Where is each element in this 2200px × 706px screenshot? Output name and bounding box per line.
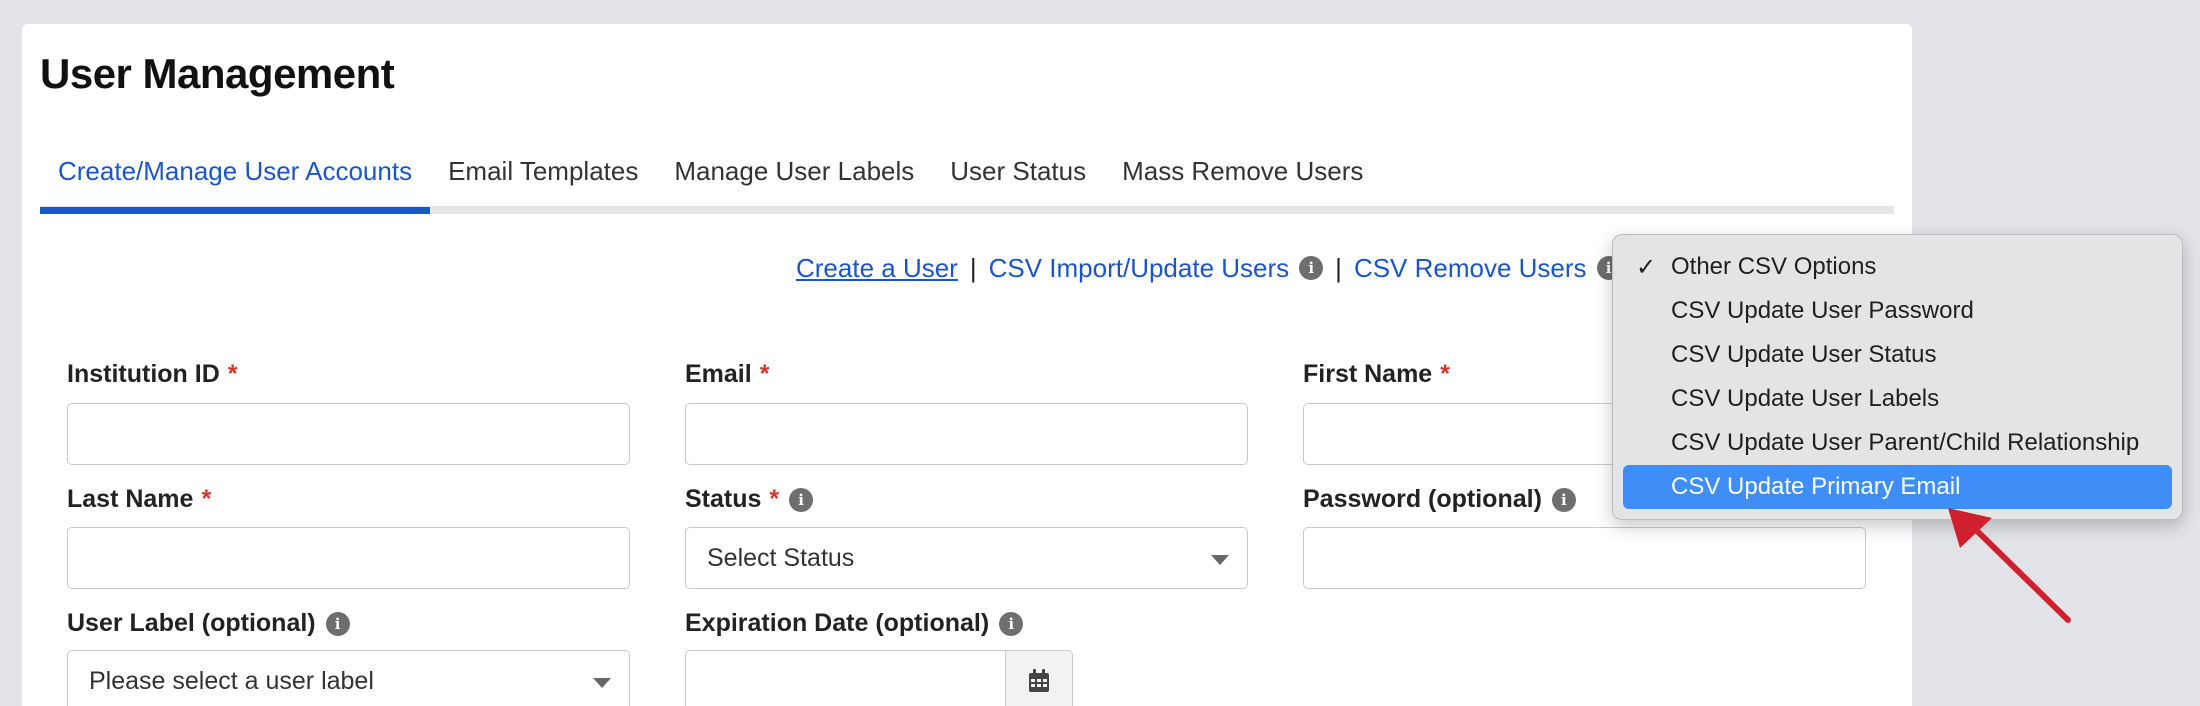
- link-separator: |: [1335, 252, 1342, 283]
- tab-mass-remove-users[interactable]: Mass Remove Users: [1104, 148, 1381, 214]
- tab-manage-user-labels[interactable]: Manage User Labels: [656, 148, 932, 214]
- csv-option-update-password[interactable]: CSV Update User Password: [1623, 289, 2172, 333]
- chevron-down-icon: [593, 678, 611, 688]
- calendar-icon: [1029, 669, 1049, 692]
- institution-id-label: Institution ID *: [67, 360, 238, 388]
- status-label: Status * i: [685, 485, 814, 514]
- expiration-date-input[interactable]: [685, 650, 1007, 706]
- password-input[interactable]: [1303, 527, 1866, 589]
- action-links: Create a User | CSV Import/Update Users …: [796, 250, 1621, 286]
- password-label: Password (optional) i: [1303, 485, 1576, 514]
- calendar-button[interactable]: [1005, 650, 1073, 706]
- required-mark: *: [201, 485, 212, 513]
- csv-option-update-primary-email[interactable]: CSV Update Primary Email: [1623, 465, 2172, 509]
- required-mark: *: [759, 360, 770, 388]
- status-select-value: Select Status: [707, 543, 855, 572]
- email-input[interactable]: [685, 403, 1248, 465]
- csv-option-other[interactable]: ✓ Other CSV Options: [1623, 245, 2172, 289]
- user-label-select[interactable]: Please select a user label: [67, 650, 630, 706]
- tab-email-templates[interactable]: Email Templates: [430, 148, 656, 214]
- page-title: User Management: [40, 50, 395, 97]
- required-mark: *: [769, 485, 780, 513]
- annotation-arrow: [1948, 508, 2071, 623]
- chevron-down-icon: [1211, 555, 1229, 565]
- info-icon[interactable]: i: [1551, 487, 1576, 512]
- csv-option-update-parent-child[interactable]: CSV Update User Parent/Child Relationshi…: [1623, 421, 2172, 465]
- required-mark: *: [1440, 360, 1450, 388]
- info-icon[interactable]: i: [1299, 256, 1324, 280]
- info-icon[interactable]: i: [999, 611, 1024, 636]
- required-mark: *: [227, 360, 238, 388]
- user-label-label: User Label (optional) i: [67, 609, 350, 638]
- csv-import-link[interactable]: CSV Import/Update Users: [989, 253, 1290, 284]
- tab-bar: Create/Manage User Accounts Email Templa…: [40, 148, 1894, 214]
- user-label-select-value: Please select a user label: [89, 666, 374, 695]
- csv-options-dropdown: ✓ Other CSV Options CSV Update User Pass…: [1612, 234, 2183, 520]
- expiration-date-label: Expiration Date (optional) i: [685, 609, 1024, 638]
- check-icon: ✓: [1636, 253, 1657, 281]
- create-user-link[interactable]: Create a User: [796, 253, 958, 284]
- institution-id-input[interactable]: [67, 403, 630, 465]
- csv-remove-link[interactable]: CSV Remove Users: [1354, 253, 1587, 284]
- last-name-label: Last Name *: [67, 485, 212, 513]
- status-select[interactable]: Select Status: [685, 527, 1248, 589]
- last-name-input[interactable]: [67, 527, 630, 589]
- csv-option-update-status[interactable]: CSV Update User Status: [1623, 333, 2172, 377]
- first-name-label: First Name *: [1303, 360, 1450, 388]
- link-separator: |: [969, 252, 977, 283]
- csv-option-update-labels[interactable]: CSV Update User Labels: [1623, 377, 2172, 421]
- info-icon[interactable]: i: [325, 611, 350, 636]
- info-icon[interactable]: i: [789, 487, 814, 512]
- tab-create-manage-user-accounts[interactable]: Create/Manage User Accounts: [40, 148, 431, 214]
- email-label: Email *: [685, 360, 770, 388]
- tab-user-status[interactable]: User Status: [932, 148, 1104, 214]
